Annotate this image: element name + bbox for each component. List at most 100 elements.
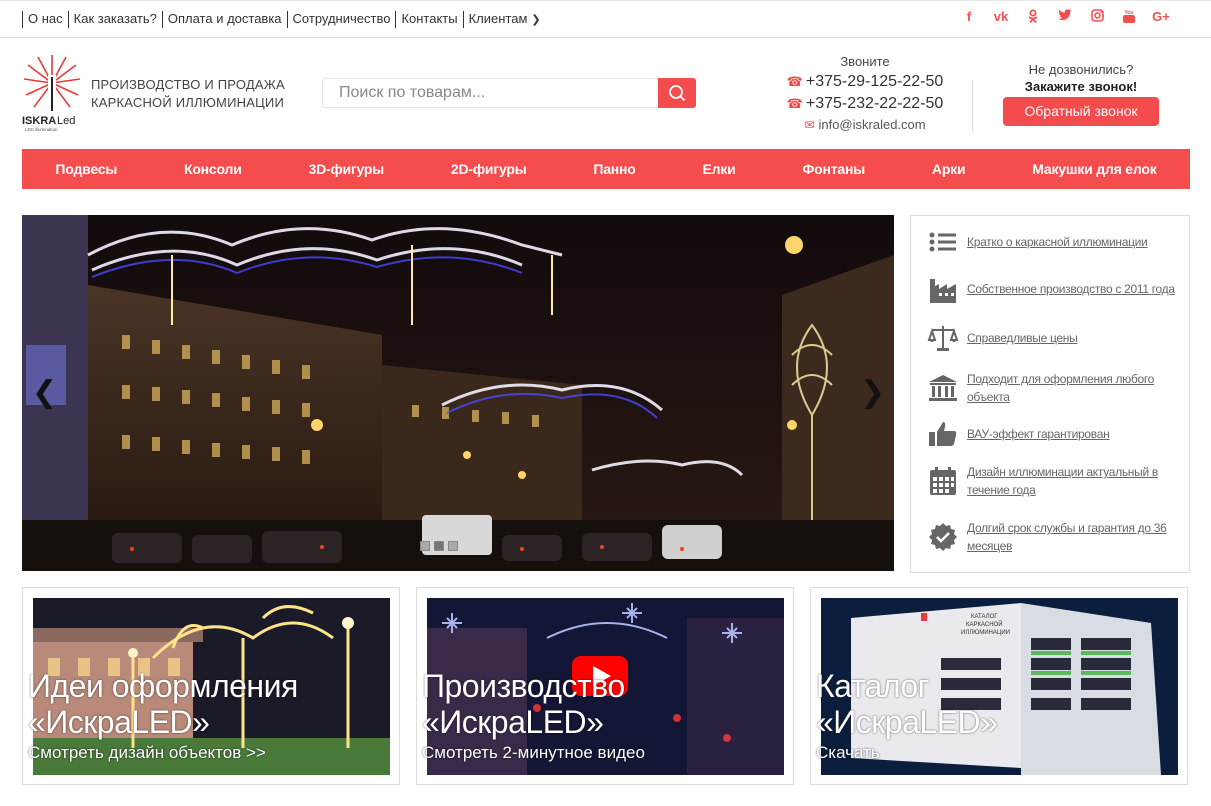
nav-item-elki[interactable]: Елки [703,161,736,177]
email-link[interactable]: ✉ info@iskraled.com [780,117,950,132]
twitter-icon[interactable] [1049,9,1081,26]
top-link-contacts[interactable]: Контакты [395,11,462,28]
phone-2[interactable]: ☎ +375-232-22-22-50 [780,95,950,113]
svg-text:КАТАЛОГ: КАТАЛОГ [971,614,998,620]
slider-dot-active[interactable] [434,541,444,551]
slider-dot[interactable] [448,541,458,551]
callback-block: Не дозвонились? Закажите звонок! Обратны… [1000,62,1162,126]
slider-dot[interactable] [420,541,430,551]
card-ideas-link[interactable]: Смотреть дизайн объектов >> [28,743,266,763]
divider [972,80,973,132]
logo[interactable]: ISKRA Led LED illumination [22,53,82,132]
card-catalog-title-line1: Каталог [816,668,929,704]
nav-item-makushki[interactable]: Макушки для елок [1032,161,1156,177]
phone-1[interactable]: ☎ +375-29-125-22-50 [780,73,950,91]
feature-text: Подходит для оформления любого объекта [967,372,1155,404]
svg-text:Led: Led [57,115,75,127]
slider-next-button[interactable]: ❯ [860,375,885,410]
facebook-icon[interactable]: f [953,9,985,26]
search-button[interactable] [658,78,696,108]
search-input[interactable] [323,79,658,107]
card-production-title-line1: Производство [422,668,625,704]
feature-item[interactable]: Долгий срок службы и гарантия до 36 меся… [927,519,1177,555]
slider-prev-button[interactable]: ❮ [32,375,57,410]
feature-text: Справедливые цены [967,331,1078,345]
top-links: О нас Как заказать? Оплата и доставка Со… [22,11,546,28]
top-bar: О нас Как заказать? Оплата и доставка Со… [0,0,1211,38]
list-icon [929,232,956,252]
building-icon [929,375,957,401]
envelope-icon: ✉ [804,118,815,132]
nav-item-podvesy[interactable]: Подвесы [55,161,117,177]
google-plus-icon[interactable]: G+ [1145,9,1177,26]
feature-item[interactable]: Подходит для оформления любого объекта [927,370,1177,406]
phone-1-number: +375-29-125-22-50 [805,73,944,90]
card-catalog-title-line2: «ИскраLED» [816,704,998,740]
feature-item[interactable]: Кратко о каркасной иллюминации [927,226,1177,258]
top-link-payment[interactable]: Оплата и доставка [161,11,287,28]
feature-item[interactable]: Собственное производство с 2011 года [927,273,1177,305]
feature-item[interactable]: Дизайн иллюминации актуальный в течение … [927,463,1177,499]
search-icon [669,85,686,102]
card-production-title-line2: «ИскраLED» [422,704,604,740]
hero-slider[interactable]: ❮ ❯ [22,215,894,571]
calendar-icon [930,467,956,495]
svg-text:LED illumination: LED illumination [25,127,58,132]
chevron-down-icon: ❯ [531,14,541,26]
phone-icon: ☎ [786,74,803,89]
missed-call-label: Не дозвонились? [1028,62,1134,77]
social-links: f vk You G+ [953,9,1177,26]
badge-icon [929,523,957,551]
callback-button[interactable]: Обратный звонок [1003,97,1159,126]
top-link-how-to-order[interactable]: Как заказать? [67,11,162,28]
feature-text: Дизайн иллюминации актуальный в течение … [967,465,1158,497]
order-call-label: Закажите звонок! [1024,79,1138,94]
youtube-icon[interactable]: You [1113,9,1145,26]
iskraled-logo-icon: ISKRA Led LED illumination [22,55,81,132]
card-ideas[interactable]: Идеи оформления «ИскраLED» Смотреть диза… [22,587,400,785]
odnoklassniki-icon[interactable] [1017,9,1049,26]
feature-text: Долгий срок службы и гарантия до 36 меся… [967,521,1167,553]
vk-icon[interactable]: vk [985,9,1017,26]
tagline-line1: ПРОИЗВОДСТВО И ПРОДАЖА [91,77,285,92]
phone-icon: ☎ [786,96,803,111]
card-production[interactable]: Производство «ИскраLED» Смотреть 2-минут… [416,587,794,785]
main-nav: Подвесы Консоли 3D-фигуры 2D-фигуры Панн… [22,149,1190,189]
card-catalog[interactable]: КАТАЛОГ КАРКАСНОЙ ИЛЛЮМИНАЦИИ Каталог «И… [810,587,1188,785]
email-address: info@iskraled.com [818,117,926,132]
card-catalog-link[interactable]: Скачать [816,743,880,763]
top-link-about[interactable]: О нас [22,11,68,28]
search-box [322,78,696,108]
call-label: Звоните [840,54,890,69]
feature-text: ВАУ-эффект гарантирован [967,427,1110,441]
card-ideas-title-line2: «ИскраLED» [28,704,210,740]
top-link-cooperation[interactable]: Сотрудничество [286,11,396,28]
thumbs-up-icon [929,422,957,446]
tagline: ПРОИЗВОДСТВО И ПРОДАЖА КАРКАСНОЙ ИЛЛЮМИН… [91,76,285,112]
card-production-title: Производство «ИскраLED» [422,668,625,740]
instagram-icon[interactable] [1081,9,1113,26]
contacts: Звоните ☎ +375-29-125-22-50 ☎ +375-232-22-… [780,54,950,132]
nav-item-arki[interactable]: Арки [932,161,966,177]
phone-2-number: +375-232-22-22-50 [805,95,944,112]
feature-text: Собственное производство с 2011 года [967,282,1175,296]
feature-item[interactable]: ВАУ-эффект гарантирован [927,418,1177,450]
card-catalog-title: Каталог «ИскраLED» [816,668,998,740]
nav-item-3d-figures[interactable]: 3D-фигуры [308,161,384,177]
svg-text:You: You [1124,10,1133,16]
tagline-line2: КАРКАСНОЙ ИЛЛЮМИНАЦИИ [91,95,284,110]
feature-item[interactable]: Справедливые цены [927,322,1177,354]
top-link-clients-label: Клиентам [468,11,528,26]
features-panel: Кратко о каркасной иллюминации Собственн… [910,215,1190,573]
nav-item-fontany[interactable]: Фонтаны [802,161,865,177]
nav-item-2d-figures[interactable]: 2D-фигуры [451,161,527,177]
nav-item-panno[interactable]: Панно [593,161,636,177]
card-production-link[interactable]: Смотреть 2-минутное видео [422,743,645,763]
top-link-clients[interactable]: Клиентам ❯ [462,11,546,28]
hero-image [22,215,894,571]
card-ideas-title: Идеи оформления «ИскраLED» [28,668,298,740]
nav-item-konsoli[interactable]: Консоли [184,161,242,177]
svg-text:КАРКАСНОЙ: КАРКАСНОЙ [966,620,1003,628]
svg-text:ISKRA: ISKRA [22,115,56,127]
factory-icon [930,279,956,303]
